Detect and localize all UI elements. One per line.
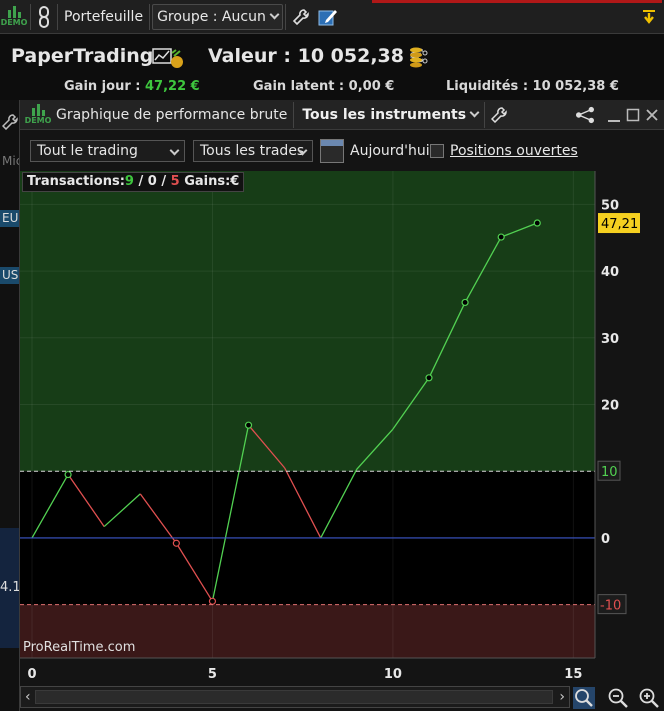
portfolio-value: Valeur : 10 052,38 €: [208, 45, 424, 67]
wrench-icon[interactable]: [288, 4, 314, 30]
maximize-icon[interactable]: [626, 106, 640, 124]
zoom-out-icon[interactable]: [607, 687, 629, 709]
trade-point[interactable]: [172, 539, 180, 547]
background-tag-eu[interactable]: EU: [0, 210, 20, 227]
y-tick-label: 20: [601, 398, 619, 413]
group-select[interactable]: Groupe : Aucun: [152, 3, 283, 30]
tx-total: 9: [124, 174, 134, 189]
share-icon[interactable]: [573, 106, 597, 124]
main-toolbar: DEMO Portefeuille Groupe : Aucun: [0, 0, 664, 34]
chevron-down-icon: [469, 107, 480, 118]
zoom-in-icon[interactable]: [638, 687, 660, 709]
portfolio-title: PaperTrading: [11, 45, 153, 67]
trades-select[interactable]: Tous les trades: [193, 140, 313, 162]
y-tick-label: 30: [601, 332, 619, 347]
performance-chart[interactable]: 02030405010-1047,210 5 10 15: [20, 171, 664, 686]
transactions-summary: Transactions:9 / 0 / 5 Gains:€: [22, 172, 245, 192]
x-tick-label: 10: [384, 667, 402, 682]
portfolio-header: PaperTrading Valeur : 10 052,38 € Gain j…: [0, 35, 664, 99]
wrench-icon[interactable]: [2, 114, 18, 130]
calendar-icon[interactable]: [320, 139, 344, 163]
filter-row: Tout le trading Tous les trades Aujourd'…: [20, 131, 664, 171]
trade-point[interactable]: [425, 374, 433, 382]
upper-threshold-label: 10: [601, 465, 618, 480]
download-arrow-icon[interactable]: [638, 4, 660, 30]
gain-latent: Gain latent : 0,00 €: [253, 79, 395, 94]
chevron-down-icon: [169, 145, 180, 156]
y-tick-label: 50: [601, 198, 619, 213]
close-icon[interactable]: [645, 106, 659, 124]
scrollbar-thumb[interactable]: [35, 690, 553, 704]
demo-icon: DEMO: [24, 101, 52, 129]
scroll-right-icon[interactable]: ›: [559, 689, 565, 705]
instrument-filter-label: Tous les instruments: [302, 106, 467, 123]
demo-icon[interactable]: DEMO: [0, 3, 28, 31]
edit-icon[interactable]: [314, 4, 342, 30]
portfolio-name: PaperTrading: [11, 45, 154, 67]
y-tick-label: 0: [601, 532, 610, 547]
tx-losses: 5: [170, 174, 180, 189]
background-tag-us[interactable]: US: [0, 267, 20, 284]
trade-point[interactable]: [244, 421, 253, 429]
x-tick-label: 15: [564, 667, 582, 682]
chart-window-title: Graphique de performance brute: [56, 106, 288, 123]
today-label[interactable]: Aujourd'hui: [350, 143, 430, 159]
lower-threshold-label: -10: [600, 599, 621, 614]
link-icon[interactable]: [33, 4, 55, 30]
gain-jour: Gain jour : 47,22 €: [64, 79, 200, 94]
trade-point[interactable]: [497, 233, 505, 241]
trade-point[interactable]: [461, 298, 469, 307]
zoom-fit-icon[interactable]: [573, 687, 595, 709]
group-select-label: Groupe : Aucun: [157, 8, 266, 25]
trading-select[interactable]: Tout le trading: [30, 140, 185, 162]
performance-chart-window: DEMO Graphique de performance brute Tous…: [19, 100, 664, 711]
trade-point[interactable]: [64, 470, 72, 479]
tx-mid: 0: [147, 174, 157, 189]
x-tick-label: 0: [27, 667, 36, 682]
gains-label: Gains:: [184, 174, 231, 189]
trading-select-label: Tout le trading: [37, 143, 138, 159]
background-partial-number: 4.1: [0, 580, 21, 595]
portfolio-chart-icon[interactable]: [152, 47, 186, 69]
coin-stack-icon[interactable]: [408, 45, 430, 69]
chevron-down-icon: [269, 9, 280, 20]
transactions-label: Transactions:: [27, 174, 125, 189]
portfolio-button[interactable]: Portefeuille: [60, 4, 147, 30]
trade-point[interactable]: [533, 219, 541, 227]
positive-zone: [20, 171, 595, 472]
gains-unit: €: [230, 174, 240, 189]
current-value-label: 47,21: [601, 217, 638, 232]
liquidites: Liquidités : 10 052,38 €: [446, 79, 619, 94]
background-window-strip: Mic EU US 4.1: [0, 100, 22, 711]
trades-select-label: Tous les trades: [200, 143, 305, 159]
minimize-icon[interactable]: [607, 106, 621, 124]
trade-point[interactable]: [208, 597, 217, 605]
open-positions-label[interactable]: Positions ouvertes: [450, 143, 578, 159]
watermark: ProRealTime.com: [23, 640, 136, 655]
scroll-left-icon[interactable]: ‹: [25, 689, 31, 705]
toolbar-accent-line: [372, 0, 662, 3]
y-tick-label: 40: [601, 265, 619, 280]
instrument-filter-select[interactable]: Tous les instruments: [302, 106, 480, 123]
horizontal-scrollbar[interactable]: ‹ ›: [20, 686, 570, 708]
x-tick-label: 5: [208, 667, 217, 682]
wrench-icon[interactable]: [491, 106, 507, 123]
open-positions-checkbox[interactable]: [430, 144, 444, 158]
chart-window-titlebar[interactable]: DEMO Graphique de performance brute Tous…: [20, 100, 664, 130]
